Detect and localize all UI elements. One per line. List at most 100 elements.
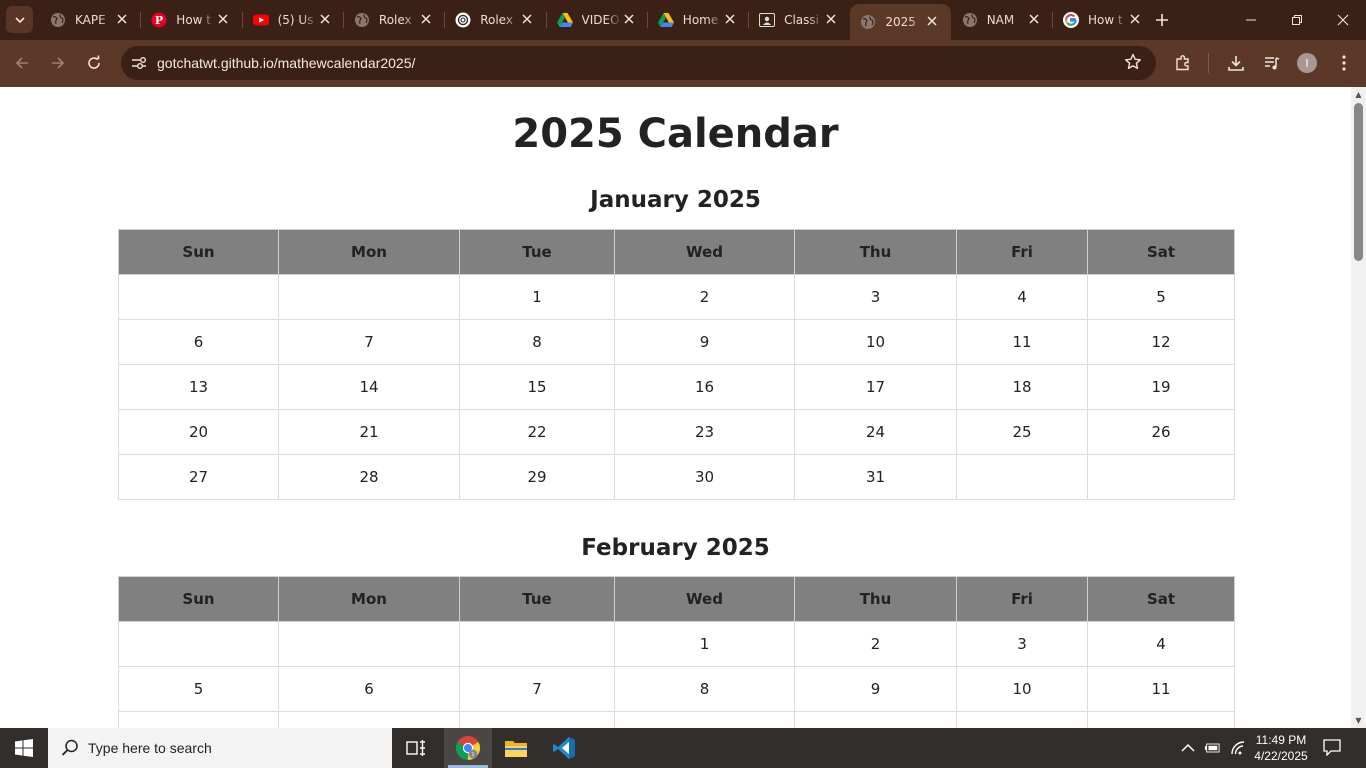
notification-center-icon[interactable]: [1322, 738, 1344, 758]
browser-tab[interactable]: Rolex: [445, 6, 546, 34]
clock-time: 11:49 PM: [1255, 733, 1307, 747]
close-tab-icon[interactable]: [1130, 13, 1140, 27]
close-tab-icon[interactable]: [927, 15, 937, 29]
forward-button[interactable]: [45, 50, 71, 76]
close-tab-icon[interactable]: [320, 13, 330, 27]
download-icon[interactable]: [1225, 52, 1247, 74]
restore-button[interactable]: [1274, 0, 1320, 40]
wifi-icon[interactable]: [1230, 740, 1246, 756]
close-tab-icon[interactable]: [522, 13, 532, 27]
scrollbar-thumb[interactable]: [1354, 103, 1363, 261]
taskbar-vscode-app[interactable]: [540, 728, 588, 768]
globe-icon: [50, 12, 66, 28]
scroll-down-arrow-icon[interactable]: ▼: [1354, 716, 1363, 725]
start-button[interactable]: [0, 728, 48, 768]
day-cell: 19: [1087, 364, 1235, 410]
close-tab-icon[interactable]: [725, 13, 735, 27]
day-cell: [1087, 711, 1235, 728]
taskbar-search-box[interactable]: Type here to search: [48, 728, 392, 768]
plus-icon: [1156, 14, 1168, 26]
day-cell: [278, 274, 460, 320]
weekday-header: Wed: [614, 576, 795, 622]
day-cell: 2: [794, 621, 957, 667]
day-cell: 28: [278, 454, 460, 500]
profile-avatar[interactable]: I: [1297, 53, 1317, 73]
back-button[interactable]: [9, 50, 35, 76]
browser-tab[interactable]: KAPE: [40, 6, 141, 34]
day-cell: [118, 621, 279, 667]
day-cell: 7: [278, 319, 460, 365]
browser-tab[interactable]: P How t: [141, 6, 242, 34]
weekday-header: Sat: [1087, 576, 1235, 622]
browser-tab[interactable]: NAM: [952, 6, 1053, 34]
scroll-up-arrow-icon[interactable]: ▲: [1354, 90, 1363, 99]
browser-tab[interactable]: Rolex: [344, 6, 445, 34]
day-cell: 3: [794, 274, 957, 320]
browser-tab[interactable]: (5) Us: [243, 6, 344, 34]
browser-tab[interactable]: Classi: [749, 6, 850, 34]
battery-icon[interactable]: [1204, 740, 1220, 756]
restore-icon: [1292, 15, 1302, 25]
tab-separator: [444, 12, 446, 28]
taskbar-file-explorer-app[interactable]: [492, 728, 540, 768]
weekday-header: Sat: [1087, 229, 1235, 275]
day-cell: 11: [1087, 666, 1235, 712]
globe-icon: [354, 12, 370, 28]
arrow-left-icon: [15, 57, 28, 69]
day-cell: [614, 711, 795, 728]
tab-separator: [545, 12, 547, 28]
weekday-header: Sun: [118, 229, 279, 275]
url-text[interactable]: gotchatwt.github.io/mathewcalendar2025/: [157, 55, 415, 71]
weekday-header: Fri: [956, 576, 1088, 622]
chrome-icon: I: [455, 736, 481, 760]
close-tab-icon[interactable]: [218, 13, 228, 27]
svg-text:I: I: [472, 752, 474, 759]
tab-search-button[interactable]: [6, 6, 33, 33]
day-cell: 9: [614, 319, 795, 365]
close-tab-icon[interactable]: [117, 13, 127, 27]
task-view-button[interactable]: [392, 728, 440, 768]
tab-title: VIDEO: [581, 13, 620, 27]
new-tab-button[interactable]: [1150, 8, 1174, 32]
search-icon: [61, 739, 78, 756]
day-cell: [956, 711, 1088, 728]
day-cell: 30: [614, 454, 795, 500]
browser-tab[interactable]: How t: [1053, 6, 1154, 34]
tab-title: NAM: [986, 13, 1015, 27]
taskbar-chrome-app[interactable]: I: [444, 728, 492, 768]
close-tab-icon[interactable]: [623, 13, 634, 27]
system-clock[interactable]: 11:49 PM 4/22/2025: [1246, 732, 1316, 764]
week-row: 5 6 7 8 9 10 11: [118, 666, 1235, 712]
extensions-icon[interactable]: [1172, 52, 1194, 74]
media-control-icon[interactable]: [1261, 52, 1283, 74]
browser-tab[interactable]: Home: [648, 6, 749, 34]
day-cell: 3: [956, 621, 1088, 667]
search-placeholder[interactable]: Type here to search: [88, 740, 212, 756]
week-row: 20 21 22 23 24 25 26: [118, 409, 1235, 455]
tab-title: How t: [1088, 13, 1123, 27]
weekday-header-row: Sun Mon Tue Wed Thu Fri Sat: [118, 576, 1235, 622]
calendar-table-january: Sun Mon Tue Wed Thu Fri Sat 1 2 3 4 5 6 7 8 9 10 11 12 13 14…: [118, 229, 1235, 500]
tab-title: Rolex: [378, 13, 412, 27]
week-row: 27 28 29 30 31: [118, 454, 1235, 500]
reload-button[interactable]: [81, 50, 107, 76]
close-tab-icon[interactable]: [421, 13, 431, 27]
browser-tab[interactable]: 2025: [850, 4, 952, 40]
tab-title: Home: [682, 13, 719, 27]
day-cell: [1087, 454, 1235, 500]
globe-icon: [860, 14, 876, 30]
more-menu-icon[interactable]: [1333, 52, 1355, 74]
address-bar[interactable]: gotchatwt.github.io/mathewcalendar2025/: [121, 46, 1156, 80]
close-tab-icon[interactable]: [826, 13, 836, 27]
week-row: 1234: [118, 621, 1235, 667]
tray-chevron-up-icon[interactable]: [1180, 740, 1196, 756]
close-tab-icon[interactable]: [1029, 13, 1039, 27]
site-info-icon[interactable]: [129, 53, 149, 73]
weekday-header: Wed: [614, 229, 795, 275]
page-scrollbar[interactable]: ▲ ▼: [1351, 87, 1366, 728]
minimize-button[interactable]: [1228, 0, 1274, 40]
bookmark-star-icon[interactable]: [1124, 53, 1142, 76]
close-window-button[interactable]: [1320, 0, 1366, 40]
day-cell: 8: [614, 666, 795, 712]
browser-tab[interactable]: VIDEO: [547, 6, 648, 34]
